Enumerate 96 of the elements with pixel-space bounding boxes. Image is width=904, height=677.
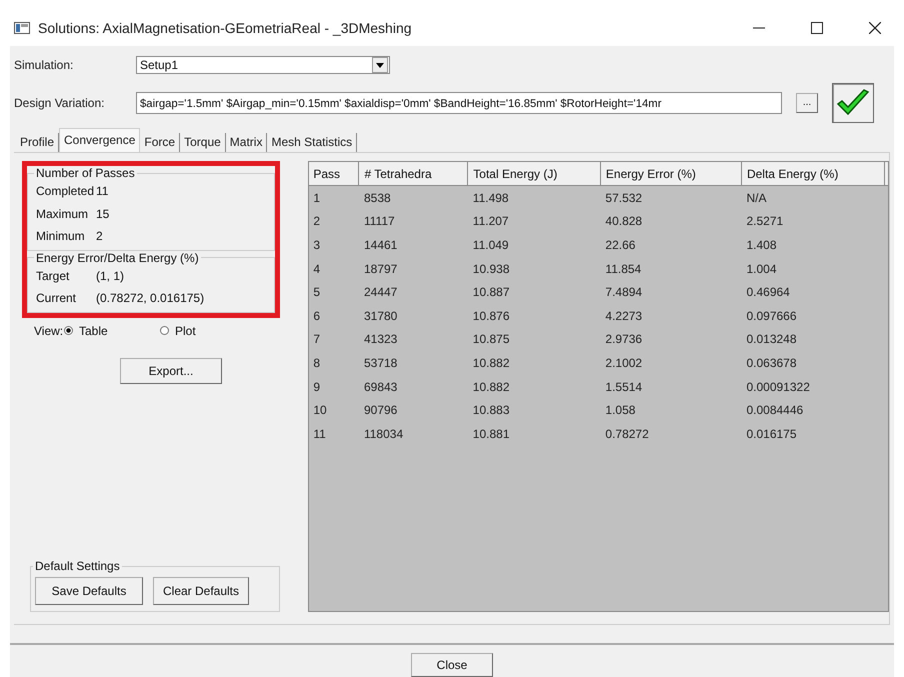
table-cell-text: 10.883 [472,402,510,420]
table-cell-text: 118034 [362,426,404,443]
tab[interactable]: Torque [180,133,226,152]
stat-label: Target [36,268,70,283]
table-cell-text: 3 [312,236,322,254]
window-title: Solutions: AxialMagnetisation-GEometriaReal - _3DMeshing [38,20,412,36]
field-label: Simulation: [14,58,74,72]
tab[interactable]: Mesh Statistics [267,133,358,152]
table-cell-text: 18797 [362,260,398,278]
table-cell-text: 11.854 [604,260,642,278]
design-variation-field[interactable]: $airgap='1.5mm' $Airgap_min='0.15mm' $axialdisp='0mm' $BandHeight='16.85mm' $RotorHeight='14mr [136,92,782,114]
table-cell-text: 11117 [362,213,396,230]
table-cell: N/A [741,186,884,210]
table-cell-text: 2.5271 [745,213,784,230]
table-cell-text: 2.1002 [604,354,644,372]
table-cell-text: 10.875 [472,331,510,348]
column-header[interactable]: Energy Error (%) [600,162,742,186]
table-cell-text: 14461 [362,236,398,254]
stat-value: 15 [96,206,110,221]
table-cell-text: 0.46964 [745,284,791,302]
defaults-button[interactable]: Save Defaults [35,577,143,605]
table-cell-text: 10.938 [472,260,510,278]
field-label: Design Variation: [14,96,106,110]
close-dialog-button[interactable]: Close [411,653,493,677]
tab[interactable]: Matrix [226,133,268,152]
table-cell-text: 10.882 [472,354,510,372]
view-label: View: [34,324,64,338]
table-cell: 8538 [358,186,468,210]
stat-value: (1, 1) [96,268,124,283]
table-cell-text: 10.882 [472,378,510,396]
tab[interactable]: Force [140,133,180,152]
table-cell-text: 0.0084446 [745,402,804,420]
table-cell-text: 1.058 [604,402,636,420]
stat-value: 11 [96,184,108,198]
column-header[interactable]: Delta Energy (%) [741,162,884,186]
table-cell-text: 0.00091322 [745,378,811,396]
table-cell-text: 1.5514 [604,378,644,396]
defaults-button[interactable]: Clear Defaults [153,577,249,605]
table-cell-text: 53718 [362,354,398,372]
table-cell-text: 9 [312,378,322,396]
table-cell-text: 40.828 [604,213,644,230]
table-cell: 11.498 [468,186,600,210]
table-cell: 57.532 [600,186,742,210]
stat-label: Minimum [36,229,86,244]
browse-button[interactable]: ... [796,93,818,113]
table-cell-text: 31780 [362,308,398,325]
column-header[interactable]: Total Energy (J) [468,162,600,186]
window-icon [14,22,30,34]
table-cell-text: 0.013248 [745,331,798,348]
close-icon [869,22,881,34]
simulation-dropdown[interactable]: Setup1 [136,56,390,74]
table-cell-text: 24447 [362,284,398,302]
table-cell-text: 0.016175 [745,426,798,443]
table-cell-text: 2.9736 [604,331,644,348]
table-cell-text: 10.876 [472,308,510,325]
table-cell-text: 6 [312,308,322,325]
export-button[interactable]: Export... [120,358,222,384]
table-cell-text: 41323 [362,331,398,348]
table-cell-text: 2 [312,213,322,230]
group-title: Energy Error/Delta Energy (%) [35,250,200,264]
table-cell-text: 10 [312,402,328,420]
table-cell-text: 10.881 [472,426,510,443]
table-cell-text: 4 [312,260,322,278]
table-cell-text: 22.66 [604,236,636,254]
table-cell-text: 11 [312,426,327,443]
table-cell-text: 11.207 [472,213,510,230]
checkmark-icon [836,89,870,117]
table-cell-text: 7 [312,331,322,348]
column-header[interactable]: # Tetrahedra [358,162,468,186]
radio-option[interactable]: Plot [160,324,256,338]
table-cell-text: 5 [312,284,322,302]
table-cell-text: 4.2273 [604,308,644,325]
stat-label: Maximum [36,206,90,221]
column-header[interactable]: Pass [309,162,359,186]
stat-value: (0.78272, 0.016175) [96,291,204,306]
stat-label: Completed [36,184,96,198]
group-title: Default Settings [34,559,121,573]
dropdown-arrow-icon [376,62,384,68]
table-cell-text: 8 [312,354,322,372]
table-cell-text: 69843 [362,378,398,396]
radio-option[interactable]: Table [64,324,160,338]
table-cell-text: 11.049 [472,236,510,254]
table-cell: 1 [309,186,359,210]
table-cell-text: 90796 [362,402,398,420]
stat-value: 2 [96,229,103,244]
maximize-icon [811,22,823,34]
group-title: Number of Passes [35,166,136,180]
tab[interactable]: Convergence [59,128,140,152]
table-cell-text: 1.408 [745,236,778,254]
table-cell-text: 1.004 [745,260,778,278]
table-cell-text: 0.78272 [604,426,650,443]
table-cell-text: 7.4894 [604,284,644,302]
stat-label: Current [36,291,78,306]
table-cell-text: 10.887 [472,284,510,302]
table-cell-text: 0.063678 [745,354,798,372]
table-cell-text: 0.097666 [745,308,798,325]
